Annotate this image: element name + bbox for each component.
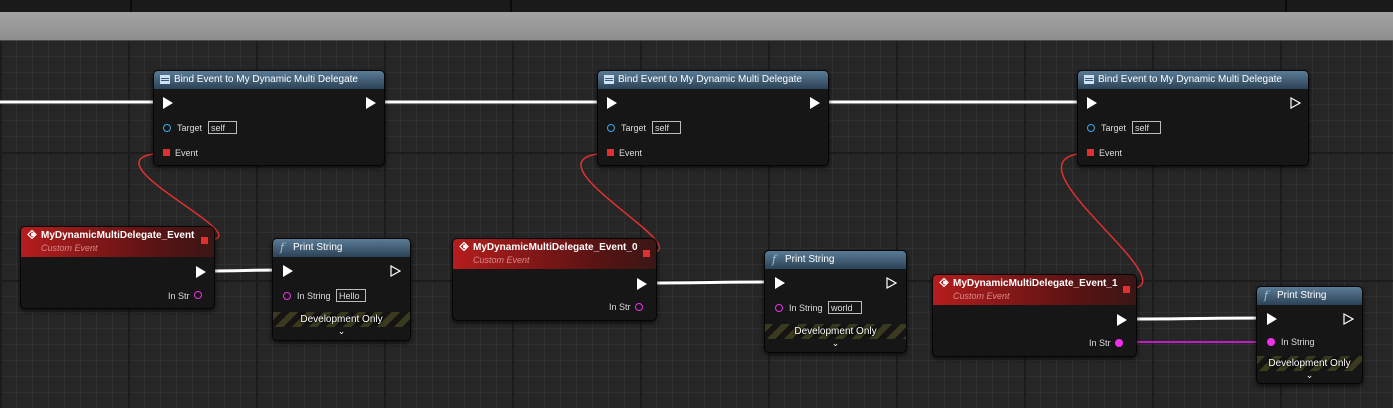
custom-event-node[interactable]: MyDynamicMultiDelegate_Event_1 Custom Ev… <box>932 274 1137 357</box>
in-string-label: In String <box>1281 337 1315 347</box>
exec-out-pin[interactable] <box>810 97 820 109</box>
exec-in-pin[interactable] <box>607 97 617 109</box>
function-icon: f <box>280 241 285 254</box>
exec-in-pin[interactable] <box>163 97 173 109</box>
event-diamond-icon <box>459 242 469 251</box>
bind-event-node[interactable]: Bind Event to My Dynamic Multi Delegate … <box>1077 70 1309 166</box>
development-only-banner: Development Only <box>765 324 906 339</box>
in-string-value[interactable]: Hello <box>336 289 366 302</box>
print-string-node[interactable]: f Print String In String Development Onl… <box>1256 286 1363 384</box>
event-diamond-icon <box>939 278 949 287</box>
exec-out-pin-unconnected[interactable] <box>886 277 897 289</box>
exec-in-pin[interactable] <box>283 265 293 277</box>
event-pin-icon[interactable] <box>607 149 614 156</box>
toolbar-divider <box>510 0 512 12</box>
function-icon: f <box>772 253 777 266</box>
custom-event-node[interactable]: MyDynamicMultiDelegate_Event Custom Even… <box>20 226 215 309</box>
print-string-node[interactable]: f Print String In String world Developme… <box>764 250 907 353</box>
in-string-value[interactable]: world <box>828 301 862 314</box>
toolbar-divider <box>130 0 132 12</box>
bind-event-node[interactable]: Bind Event to My Dynamic Multi Delegate … <box>153 70 385 166</box>
event-pin-icon[interactable] <box>1087 149 1094 156</box>
node-title: Bind Event to My Dynamic Multi Delegate <box>174 74 358 85</box>
target-value[interactable]: self <box>652 121 681 134</box>
string-out-pin-icon[interactable] <box>635 303 643 311</box>
in-str-label: In Str <box>168 291 190 301</box>
development-only-label: Development Only <box>794 326 877 337</box>
node-title: Bind Event to My Dynamic Multi Delegate <box>1098 74 1282 85</box>
expand-chevron-icon[interactable]: ⌄ <box>765 339 906 348</box>
node-title: MyDynamicMultiDelegate_Event <box>41 230 195 241</box>
exec-out-pin-unconnected[interactable] <box>390 265 401 277</box>
expand-chevron-icon[interactable]: ⌄ <box>273 327 410 336</box>
node-title: MyDynamicMultiDelegate_Event_0 <box>473 242 638 253</box>
event-pin-icon[interactable] <box>163 149 170 156</box>
target-label: Target <box>177 123 203 133</box>
function-icon: f <box>1264 289 1269 302</box>
node-title: Print String <box>785 254 835 265</box>
exec-in-pin[interactable] <box>1267 313 1277 325</box>
exec-in-pin[interactable] <box>1087 97 1097 109</box>
development-only-banner: Development Only <box>273 312 410 327</box>
exec-out-pin[interactable] <box>637 278 647 290</box>
delegate-out-pin[interactable] <box>643 250 650 257</box>
event-label: Event <box>619 148 643 158</box>
string-in-pin-icon[interactable] <box>1267 338 1275 346</box>
string-out-pin-icon[interactable] <box>1115 339 1123 347</box>
exec-out-pin-unconnected[interactable] <box>1343 313 1354 325</box>
target-pin-icon[interactable] <box>163 124 171 132</box>
in-str-label: In Str <box>609 302 631 312</box>
graph-title-bar <box>0 12 1393 41</box>
in-string-label: In String <box>789 303 823 313</box>
exec-out-pin[interactable] <box>196 266 206 278</box>
node-title: MyDynamicMultiDelegate_Event_1 <box>953 278 1118 289</box>
exec-out-pin[interactable] <box>1117 314 1127 326</box>
exec-out-pin[interactable] <box>366 97 376 109</box>
target-pin-icon[interactable] <box>1087 124 1095 132</box>
development-only-banner: Development Only <box>1257 356 1362 371</box>
node-subtitle: Custom Event <box>41 243 98 253</box>
in-str-label: In Str <box>1089 338 1111 348</box>
custom-event-node[interactable]: MyDynamicMultiDelegate_Event_0 Custom Ev… <box>452 238 657 321</box>
delegate-out-pin[interactable] <box>1123 286 1130 293</box>
development-only-label: Development Only <box>300 314 383 325</box>
node-title: Bind Event to My Dynamic Multi Delegate <box>618 74 802 85</box>
target-value[interactable]: self <box>1132 121 1161 134</box>
delegate-out-pin[interactable] <box>201 237 208 244</box>
event-label: Event <box>1099 148 1123 158</box>
expand-chevron-icon[interactable]: ⌄ <box>1257 371 1362 380</box>
function-call-icon <box>604 75 614 84</box>
function-call-icon <box>1084 75 1094 84</box>
node-title: Print String <box>1277 290 1327 301</box>
development-only-label: Development Only <box>1268 358 1351 369</box>
function-call-icon <box>160 75 170 84</box>
print-string-node[interactable]: f Print String In String Hello Developme… <box>272 238 411 341</box>
node-title: Print String <box>293 242 343 253</box>
target-label: Target <box>621 123 647 133</box>
node-subtitle: Custom Event <box>953 291 1010 301</box>
string-in-pin-icon[interactable] <box>775 304 783 312</box>
string-in-pin-icon[interactable] <box>283 292 291 300</box>
target-value[interactable]: self <box>208 121 237 134</box>
exec-out-pin-unconnected[interactable] <box>1290 97 1301 109</box>
exec-in-pin[interactable] <box>775 277 785 289</box>
string-out-pin-icon[interactable] <box>194 291 202 299</box>
target-label: Target <box>1101 123 1127 133</box>
in-string-label: In String <box>297 291 331 301</box>
target-pin-icon[interactable] <box>607 124 615 132</box>
event-label: Event <box>175 148 199 158</box>
event-diamond-icon <box>27 230 37 239</box>
node-subtitle: Custom Event <box>473 255 530 265</box>
bind-event-node[interactable]: Bind Event to My Dynamic Multi Delegate … <box>597 70 829 166</box>
toolbar-divider <box>1285 0 1287 12</box>
